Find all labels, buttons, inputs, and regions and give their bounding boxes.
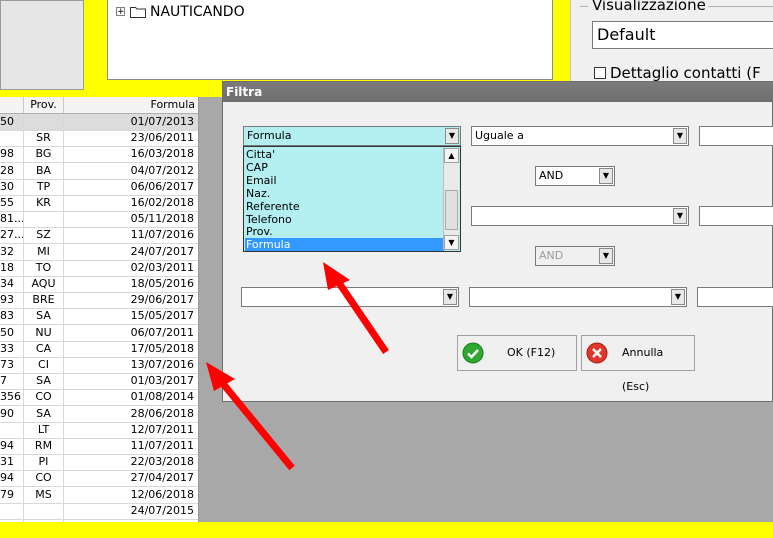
annotation-arrow-dropdown — [323, 262, 389, 354]
annotation-arrow-formula-column — [206, 362, 295, 471]
annotation-arrows — [206, 262, 389, 471]
